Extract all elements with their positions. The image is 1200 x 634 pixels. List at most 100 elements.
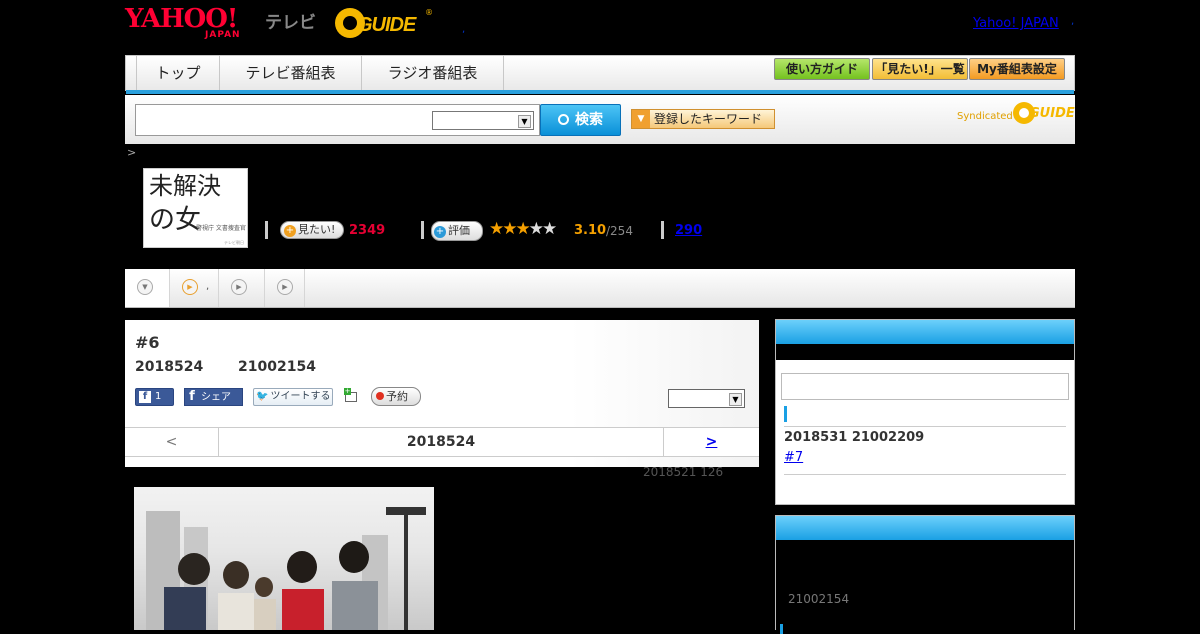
search-category-select[interactable]: ▼	[432, 111, 534, 130]
plus-icon: +	[434, 226, 446, 238]
episode-date: 2018524	[135, 359, 204, 375]
divider	[661, 221, 664, 239]
tab-episode-list[interactable]: ▼	[125, 269, 170, 307]
plus-icon: +	[344, 387, 351, 395]
reservation-label: 予約	[386, 390, 408, 403]
section-marker	[780, 624, 783, 634]
main-nav: トップ テレビ番組表 ラジオ番組表 使い方ガイド 「見たい!」一覧 My番組表設…	[125, 55, 1075, 94]
previous-episode-button[interactable]: <	[125, 428, 219, 456]
facebook-like-count: 1	[155, 391, 162, 402]
mitai-button[interactable]: + 見たい!	[280, 221, 344, 239]
sidebar-input[interactable]	[781, 373, 1069, 400]
rating-count: /254	[606, 224, 633, 238]
episode-nav-date: 2018524	[406, 434, 476, 450]
facebook-share-label: シェア	[201, 392, 231, 403]
guide-button[interactable]: 使い方ガイド	[774, 58, 870, 80]
poster-title-line1: 未解決	[149, 172, 221, 200]
episode-navigation: < 2018524 >	[125, 427, 759, 457]
tab-play-3[interactable]: ▶	[265, 269, 305, 307]
divider	[265, 221, 268, 239]
my-schedule-button[interactable]: My番組表設定	[969, 58, 1065, 80]
breadcrumb[interactable]: >	[127, 146, 136, 159]
record-reservation-button[interactable]: 予約	[371, 387, 421, 406]
registered-keywords-button[interactable]: ▼ 登録したキーワード	[631, 109, 775, 129]
episode-photo	[134, 487, 434, 630]
divider	[421, 221, 424, 239]
star-empty-icon: ★	[528, 219, 544, 239]
star-rating: ★★★★★	[489, 219, 557, 239]
panel-header	[776, 320, 1074, 344]
review-count-link[interactable]: 290	[675, 223, 702, 238]
rating-score: 3.10	[574, 223, 607, 238]
tweet-button[interactable]: 🐦 ツイートする	[253, 388, 333, 406]
tweet-label: ツイートする	[270, 391, 331, 402]
next-broadcast-panel: 2018531 21002209 #7	[775, 319, 1075, 505]
star-icon: ★	[502, 219, 517, 239]
star-icon: ★	[515, 219, 531, 239]
episode-select[interactable]: ▼	[668, 389, 745, 408]
broadcast-info-panel: 21002154	[775, 515, 1075, 634]
panel-subheader	[776, 344, 1074, 360]
broadcast-time: 21002154	[788, 592, 850, 606]
tv-label[interactable]: テレビ	[265, 8, 316, 33]
add-calendar-icon[interactable]: +	[344, 388, 360, 404]
chevron-down-icon: ▼	[729, 393, 742, 406]
updated-timestamp: 2018521 126	[643, 465, 724, 479]
next-episode-link[interactable]: >	[663, 428, 759, 456]
yahoo-japan-link[interactable]: Yahoo! JAPAN	[973, 16, 1059, 31]
section-marker	[784, 406, 787, 422]
play-circle-icon: ▶	[277, 279, 293, 295]
japan-logo-text: JAPAN	[205, 30, 241, 40]
tab-tv-schedule[interactable]: テレビ番組表	[220, 56, 362, 90]
twitter-bird-icon: 🐦	[256, 391, 269, 402]
play-circle-icon: ▶	[231, 279, 247, 295]
facebook-icon: f	[139, 391, 151, 403]
facebook-like-button[interactable]: f1	[135, 388, 174, 406]
mitai-list-button[interactable]: 「見たい!」一覧	[872, 58, 968, 80]
chevron-down-circle-icon: ▼	[137, 279, 153, 295]
rate-button[interactable]: + 評価	[431, 221, 483, 241]
syndicated-gguide-logo: GUIDE	[1013, 102, 1075, 124]
gguide-logo[interactable]: GUIDE ®	[335, 8, 433, 40]
program-tab-strip: ▼ ▶ , ▶ ▶	[125, 269, 1075, 308]
next-broadcast-date: 2018531 21002209	[784, 430, 925, 445]
tab-radio-schedule[interactable]: ラジオ番組表	[362, 56, 504, 90]
next-episode-link[interactable]: #7	[784, 450, 803, 465]
dropdown-triangle-icon: ▼	[632, 110, 650, 128]
program-poster[interactable]: 未解決 の女 警視庁 文書捜査官 テレビ朝日	[143, 168, 248, 248]
search-bar: ▼ 検索 ▼ 登録したキーワード Syndicated GUIDE	[125, 95, 1075, 144]
tab-top[interactable]: トップ	[136, 56, 220, 90]
gguide-reg-mark: ®	[425, 8, 433, 17]
tab-play-2[interactable]: ▶	[219, 269, 265, 307]
tab-play[interactable]: ▶ ,	[170, 269, 219, 307]
header-dot: ,	[462, 24, 466, 35]
divider	[784, 426, 1066, 427]
panel-header	[776, 516, 1074, 540]
yahoo-logo[interactable]: YAHOO!	[125, 6, 238, 32]
facebook-share-button[interactable]: f シェア	[184, 388, 243, 406]
episode-panel: #6 2018524 21002154 f1 f シェア 🐦 ツイートする + 予約…	[125, 320, 759, 467]
poster-subtitle: 警視庁 文書捜査官	[196, 225, 246, 232]
episode-title: #6	[135, 333, 160, 352]
search-button[interactable]: 検索	[540, 104, 621, 136]
play-circle-icon: ▶	[182, 279, 198, 295]
search-icon	[558, 114, 569, 125]
syndicated-logo-text: GUIDE	[1029, 106, 1075, 121]
record-dot-icon	[376, 392, 384, 400]
mitai-button-label: 見たい!	[298, 223, 336, 236]
facebook-icon: f	[189, 389, 195, 404]
syndicated-label: Syndicated	[957, 111, 1013, 122]
episode-photo-image	[146, 507, 426, 630]
tab-play-text: ,	[206, 281, 210, 292]
poster-title-line2: の女	[149, 205, 202, 235]
chevron-down-icon: ▼	[518, 115, 531, 128]
plus-icon: +	[284, 225, 296, 237]
poster-network: テレビ朝日	[224, 240, 244, 245]
registered-keywords-label: 登録したキーワード	[654, 112, 763, 126]
rate-button-label: 評価	[448, 224, 470, 237]
divider	[784, 474, 1066, 475]
gguide-logo-text: GUIDE	[357, 14, 416, 36]
nav-divider	[126, 90, 1074, 94]
header-dot-right: ,	[1071, 16, 1075, 27]
search-button-label: 検索	[575, 112, 603, 128]
